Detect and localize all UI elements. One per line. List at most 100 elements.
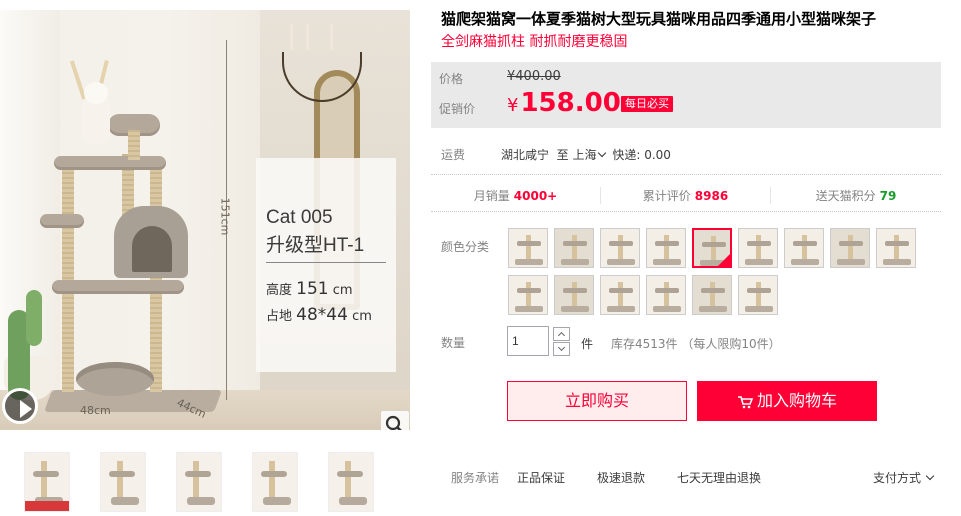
shipping-row: 运费 湖北咸宁 至 上海 快递: 0.00 [431,144,941,164]
thumbnail[interactable] [176,452,222,512]
color-swatch[interactable] [738,228,778,268]
quantity-input[interactable] [507,326,549,356]
shipping-label: 运费 [441,148,466,162]
side-step [40,214,84,228]
play-icon [20,400,32,418]
cat-bed-bowl [76,362,154,396]
product-info-panel: 猫爬架猫窝一体夏季猫树大型玩具猫咪用品四季通用小型猫咪架子 全剑麻猫抓柱 耐抓耐… [431,0,961,516]
zoom-button[interactable] [381,411,409,430]
currency-symbol: ¥ [507,95,519,116]
total-reviews-label: 累计评价 [642,189,691,203]
magnifier-icon [385,415,402,430]
cat-head [84,82,108,104]
quantity-increase-button[interactable] [553,327,570,341]
original-price-label: 价格 [439,72,464,86]
height-dimension-label: 151cm [218,197,232,236]
express-fee: 快递: 0.00 [612,148,671,162]
total-reviews-value: 8986 [694,189,729,203]
main-product-image[interactable]: 151cm 48cm 44cm Cat 005 升级型HT-1 高度 151 c… [0,10,410,430]
candle [330,24,333,50]
ship-to-selector[interactable]: 上海 [573,148,609,162]
service-item[interactable]: 极速退款 [597,469,645,486]
color-swatch[interactable] [692,228,732,268]
color-swatch[interactable] [554,228,594,268]
quantity-unit: 件 [581,337,594,351]
color-swatch[interactable] [876,228,916,268]
service-label: 服务承诺 [451,471,500,485]
color-swatch[interactable] [784,228,824,268]
height-spec-unit: cm [332,283,353,298]
shipping-info: 湖北咸宁 至 上海 快递: 0.00 [501,146,671,163]
product-title: 猫爬架猫窝一体夏季猫树大型玩具猫咪用品四季通用小型猫咪架子 [441,10,877,28]
color-option-label: 颜色分类 [441,240,490,254]
color-swatch[interactable] [646,228,686,268]
model-name: Cat 005 [266,207,333,228]
service-item[interactable]: 正品保证 [517,469,565,486]
size-spec-value: 48*44 [296,305,348,325]
color-swatch[interactable] [692,275,732,315]
platform [52,280,184,294]
color-swatch[interactable] [600,275,640,315]
color-swatch[interactable] [554,275,594,315]
candle [290,24,293,50]
daily-deal-badge: 每日必买 [621,96,673,112]
tmall-points: 送天猫积分 79 [771,187,941,204]
promo-price: ¥158.00 [507,88,621,118]
promo-price-label: 促销价 [439,102,476,116]
monthly-sales-label: 月销量 [473,189,510,203]
color-swatch[interactable] [508,228,548,268]
stock-info: 库存4513件 （每人限购10件） [611,337,781,351]
height-spec: 高度 151 cm [266,277,386,303]
ship-from: 湖北咸宁 [501,148,550,162]
color-swatch[interactable] [508,275,548,315]
service-item[interactable]: 七天无理由退换 [677,469,761,486]
tmall-points-value: 79 [879,189,897,203]
size-spec: 占地 48*44 cm [266,303,386,329]
spec-card: Cat 005 升级型HT-1 高度 151 cm 占地 48*44 cm [256,158,396,372]
ship-to: 上海 [572,148,597,162]
payment-methods-label: 支付方式 [873,471,922,485]
height-spec-value: 151 [296,279,329,299]
divider [266,262,386,263]
cart-icon [737,395,753,408]
thumbnail[interactable] [24,452,70,512]
color-swatch[interactable] [600,228,640,268]
platform [54,156,166,170]
add-to-cart-label: 加入购物车 [756,391,837,410]
add-to-cart-button[interactable]: 加入购物车 [697,381,877,421]
color-swatch[interactable] [646,275,686,315]
tmall-points-label: 送天猫积分 [815,189,876,203]
sisal-post [62,160,74,392]
ship-to-prefix: 至 [556,148,569,162]
monthly-sales: 月销量 4000+ [431,187,601,204]
cat-house-entry [132,226,172,272]
thumbnail-strip [0,444,410,516]
buy-now-button[interactable]: 立即购买 [507,381,687,421]
thumbnail[interactable] [252,452,298,512]
promo-price-value: 158.00 [520,88,621,118]
quantity-label: 数量 [441,336,466,350]
selected-check-icon [718,254,730,266]
size-spec-unit: cm [352,309,372,324]
buy-now-label: 立即购买 [564,391,629,410]
quantity-decrease-button[interactable] [553,342,570,356]
original-price: ¥400.00 [507,69,561,84]
total-reviews[interactable]: 累计评价 8986 [601,187,771,204]
payment-methods[interactable]: 支付方式 [873,469,937,486]
size-spec-label: 占地 [266,309,293,324]
chevron-down-icon [925,471,935,481]
model-version: 升级型HT-1 [266,235,365,256]
width-dimension-label: 48cm [80,404,111,417]
color-swatch[interactable] [738,275,778,315]
height-spec-label: 高度 [266,283,293,298]
sisal-post [128,130,140,160]
candle [306,24,309,50]
monthly-sales-value: 4000+ [513,189,558,203]
play-video-button[interactable] [2,388,38,424]
cactus [26,290,42,346]
stats-bar: 月销量 4000+ 累计评价 8986 送天猫积分 79 [431,174,941,212]
color-swatch[interactable] [830,228,870,268]
thumbnail[interactable] [100,452,146,512]
price-box: 价格 ¥400.00 促销价 ¥158.00 每日必买 [431,62,941,128]
thumbnail[interactable] [328,452,374,512]
